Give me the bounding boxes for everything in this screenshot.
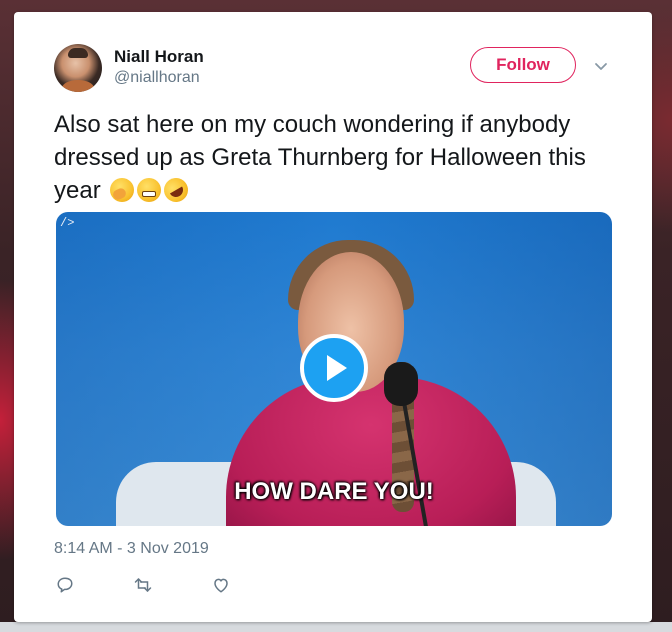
chevron-down-icon[interactable] xyxy=(594,62,608,72)
author-name[interactable]: Niall Horan xyxy=(114,47,204,67)
tweet-card: Niall Horan @niallhoran Follow Also sat … xyxy=(14,12,652,622)
media-corner-tag: /> xyxy=(60,216,75,230)
author-handle[interactable]: @niallhoran xyxy=(114,69,200,87)
tweet-timestamp[interactable]: 8:14 AM - 3 Nov 2019 xyxy=(54,540,209,558)
grimacing-face-emoji xyxy=(137,178,162,202)
like-icon[interactable] xyxy=(210,574,232,596)
avatar[interactable] xyxy=(54,44,102,92)
avatar-shirt xyxy=(62,80,94,92)
play-icon xyxy=(327,355,347,381)
tweet-actions xyxy=(54,574,232,596)
tweet-text: Also sat here on my couch wondering if a… xyxy=(54,108,614,207)
video-caption: HOW DARE YOU! xyxy=(234,478,434,505)
video-media[interactable]: /> HOW DARE YOU! xyxy=(56,212,612,526)
play-button[interactable] xyxy=(300,334,368,402)
reply-icon[interactable] xyxy=(54,574,76,596)
retweet-icon[interactable] xyxy=(132,574,154,596)
follow-button[interactable]: Follow xyxy=(470,47,576,83)
avatar-hair xyxy=(68,48,88,58)
rolling-on-floor-laughing-emoji xyxy=(159,173,193,207)
face-with-hand-over-mouth-emoji xyxy=(110,178,135,202)
media-microphone xyxy=(384,362,418,406)
bottom-strip xyxy=(0,622,672,632)
